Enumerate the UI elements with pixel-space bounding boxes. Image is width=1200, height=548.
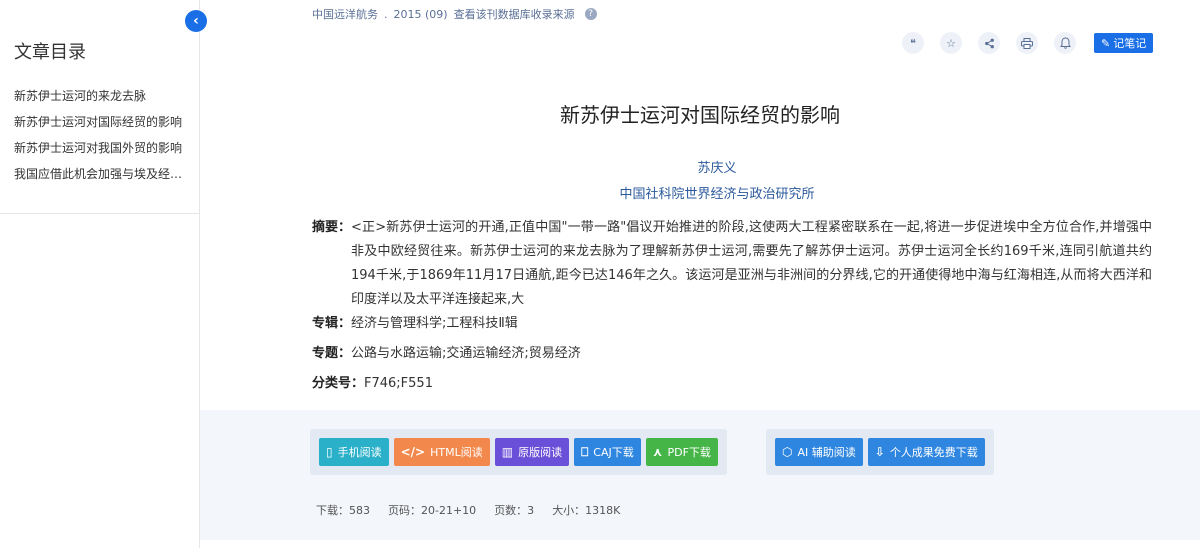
- print-icon[interactable]: [1016, 32, 1038, 54]
- series-label: 专辑：: [312, 316, 352, 331]
- source-line: 中国远洋航务 . 2015 (09) 查看该刊数据库收录来源 ?: [312, 6, 597, 22]
- class-value: F746;F551: [364, 376, 433, 391]
- topic-row: 专题： 公路与水路运输;交通运输经济;贸易经济: [312, 342, 1152, 366]
- ai-assist-button[interactable]: ⬡ AI 辅助阅读: [775, 438, 863, 466]
- chevron-left-icon[interactable]: ‹: [185, 10, 207, 32]
- sidebar: 文章目录 新苏伊士运河的来龙去脉 新苏伊士运河对国际经贸的影响 新苏伊士运河对我…: [0, 0, 200, 548]
- pencil-icon: ✎: [1101, 36, 1111, 50]
- pdf-download-button[interactable]: ⋏ PDF下载: [645, 438, 718, 466]
- article-author[interactable]: 苏庆义: [200, 157, 1200, 176]
- topic-value: 公路与水路运输;交通运输经济;贸易经济: [351, 346, 581, 361]
- sidebar-divider: [0, 213, 200, 214]
- free-download-button[interactable]: ⇩ 个人成果免费下载: [867, 438, 985, 466]
- original-read-button[interactable]: ▥ 原版阅读: [494, 438, 570, 466]
- code-icon: </>: [400, 445, 426, 459]
- bell-icon[interactable]: [1054, 32, 1076, 54]
- reading-actions: ▯ 手机阅读 </> HTML阅读 ▥ 原版阅读 ⎕ CAJ下载 ⋏ PDF下载: [310, 429, 727, 475]
- abstract-row: 摘要： <正>新苏伊士运河的开通,正值中国"一带一路"倡议开始推进的阶段,这使两…: [312, 216, 1152, 312]
- toc-item[interactable]: 新苏伊士运河对我国外贸的影响: [14, 140, 192, 166]
- share-icon[interactable]: [978, 32, 1000, 54]
- toc-list: 新苏伊士运河的来龙去脉 新苏伊士运河对国际经贸的影响 新苏伊士运河对我国外贸的影…: [14, 88, 192, 192]
- journal-name[interactable]: 中国远洋航务: [312, 6, 378, 22]
- toolbar: ❝ ☆ ✎ 记笔记: [902, 32, 1154, 54]
- download-count: 下载：583: [316, 504, 370, 517]
- toc-title: 文章目录: [14, 42, 86, 63]
- extra-actions: ⬡ AI 辅助阅读 ⇩ 个人成果免费下载: [766, 429, 994, 475]
- action-band: ▯ 手机阅读 </> HTML阅读 ▥ 原版阅读 ⎕ CAJ下载 ⋏ PDF下载…: [200, 410, 1200, 540]
- mobile-read-button[interactable]: ▯ 手机阅读: [319, 438, 389, 466]
- journal-issue[interactable]: 2015 (09): [394, 8, 448, 21]
- article-title: 新苏伊士运河对国际经贸的影响: [560, 103, 840, 127]
- abstract-label: 摘要：: [312, 220, 352, 235]
- html-read-button[interactable]: </> HTML阅读: [393, 438, 490, 466]
- ai-icon: ⬡: [782, 445, 793, 459]
- series-row: 专辑： 经济与管理科学;工程科技Ⅱ辑: [312, 312, 1152, 336]
- phone-icon: ▯: [326, 445, 333, 459]
- page-count: 页数：3: [494, 504, 535, 517]
- article-organization[interactable]: 中国社科院世界经济与政治研究所: [200, 183, 1200, 202]
- book-icon: ▥: [501, 445, 514, 459]
- open-book-icon: ⎕: [581, 444, 589, 459]
- page-range: 页码：20-21+10: [388, 504, 477, 517]
- class-row: 分类号： F746;F551: [312, 372, 1152, 396]
- toc-item[interactable]: 我国应借此机会加强与埃及经贸...: [14, 166, 192, 192]
- file-size: 大小：1318K: [552, 504, 621, 517]
- class-label: 分类号：: [312, 376, 365, 391]
- quote-icon[interactable]: ❝: [902, 32, 924, 54]
- help-icon[interactable]: ?: [584, 8, 597, 20]
- db-source-link[interactable]: 查看该刊数据库收录来源: [454, 6, 575, 22]
- star-icon[interactable]: ☆: [940, 32, 962, 54]
- download-icon: ⇩: [874, 445, 885, 459]
- series-value: 经济与管理科学;工程科技Ⅱ辑: [351, 316, 518, 331]
- toc-item[interactable]: 新苏伊士运河对国际经贸的影响: [14, 114, 192, 140]
- caj-download-button[interactable]: ⎕ CAJ下载: [574, 438, 641, 466]
- abstract-text: <正>新苏伊士运河的开通,正值中国"一带一路"倡议开始推进的阶段,这使两大工程紧…: [351, 220, 1152, 307]
- stats-line: 下载：583 页码：20-21+10 页数：3 大小：1318K: [316, 502, 620, 518]
- take-note-button[interactable]: ✎ 记笔记: [1094, 33, 1154, 53]
- topic-label: 专题：: [312, 346, 352, 361]
- pdf-icon: ⋏: [652, 445, 663, 459]
- toc-item[interactable]: 新苏伊士运河的来龙去脉: [14, 88, 192, 114]
